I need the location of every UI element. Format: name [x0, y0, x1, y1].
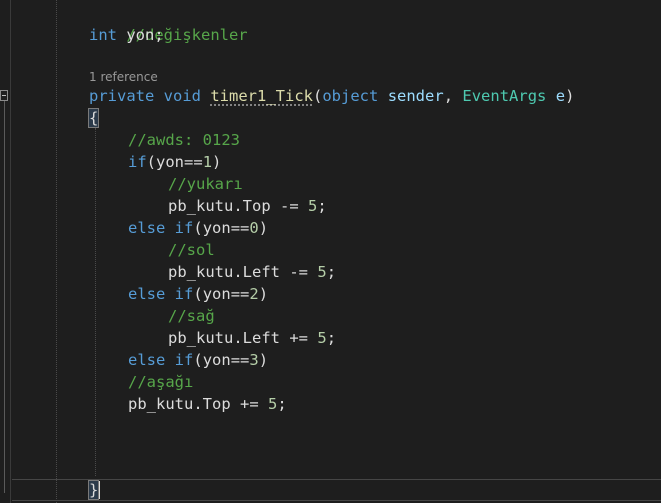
code-line[interactable]: //awds: 0123 [128, 129, 240, 151]
codelens-references[interactable]: 1 reference [89, 69, 158, 85]
code-line[interactable]: { [87, 107, 100, 129]
property-top: Top [242, 197, 271, 215]
property-left: Left [242, 329, 280, 347]
identifier-yon: yon [202, 219, 231, 237]
number-literal: 5 [317, 329, 327, 347]
code-line[interactable]: else if(yon==3) [128, 349, 268, 371]
keyword-if: if [128, 153, 147, 171]
identifier-yon: yon [202, 351, 231, 369]
comment: //sol [168, 241, 215, 259]
paren-close: ) [212, 153, 222, 171]
code-line[interactable]: int yon; [89, 24, 164, 46]
method-name[interactable]: timer1_Tick [210, 87, 313, 105]
property-left: Left [242, 263, 280, 281]
code-editor[interactable]: //değişkenler int yon; 1 reference priva… [0, 0, 661, 503]
code-line[interactable]: else if(yon==2) [128, 283, 268, 305]
param-e: e [555, 87, 566, 105]
code-line[interactable]: //aşağı [128, 371, 193, 393]
keyword-if: if [174, 285, 194, 303]
keyword-else: else [128, 285, 166, 303]
semicolon: ; [326, 263, 337, 281]
number-literal: 5 [308, 197, 318, 215]
comment: //awds: 0123 [128, 131, 240, 149]
code-line[interactable]: pb_kutu.Left -= 5; [168, 261, 336, 283]
code-line[interactable]: //yukarı [168, 173, 243, 195]
code-line[interactable]: //sağ [168, 305, 215, 327]
property-top: Top [202, 395, 231, 413]
comment: //aşağı [128, 373, 194, 391]
comment: //yukarı [168, 175, 243, 193]
paren-close: ) [258, 219, 269, 237]
operator: == [230, 351, 250, 369]
paren-open: ( [193, 285, 203, 303]
dot: . [233, 197, 243, 215]
paren-close: ) [258, 285, 269, 303]
operator: == [230, 285, 250, 303]
paren-close: ) [565, 87, 575, 105]
open-brace: { [87, 108, 100, 128]
operator: == [230, 219, 250, 237]
code-line[interactable]: else if(yon==0) [128, 217, 268, 239]
identifier-yon: yon [156, 153, 185, 171]
code-line[interactable]: pb_kutu.Top += 5; [128, 393, 287, 415]
close-brace: } [87, 480, 100, 500]
code-line[interactable]: if(yon==1) [128, 151, 221, 173]
number-literal: 2 [249, 285, 259, 303]
number-literal: 5 [317, 263, 327, 281]
code-line[interactable]: pb_kutu.Left += 5; [168, 327, 336, 349]
type-eventargs: EventArgs [462, 87, 547, 105]
semicolon: ; [317, 197, 327, 215]
identifier-pb-kutu: pb_kutu [168, 329, 234, 347]
semicolon: ; [326, 329, 337, 347]
code-line-current[interactable]: } [87, 479, 100, 501]
keyword-if: if [174, 351, 194, 369]
keyword-int: int [89, 26, 117, 44]
keyword-if: if [174, 219, 194, 237]
identifier-pb-kutu: pb_kutu [168, 197, 234, 215]
number-literal: 0 [249, 219, 259, 237]
fold-region-line [4, 101, 5, 493]
operator: += [240, 395, 259, 413]
text-caret [98, 481, 100, 499]
collapse-toggle-icon[interactable] [0, 90, 8, 101]
semicolon: ; [154, 26, 164, 44]
operator: -= [280, 197, 299, 215]
gutter-separator [10, 0, 11, 503]
operator: -= [289, 263, 309, 281]
identifier-yon: yon [126, 26, 155, 44]
paren-open: ( [193, 351, 203, 369]
comma: , [443, 87, 454, 105]
dot: . [193, 395, 203, 413]
identifier-pb-kutu: pb_kutu [128, 395, 194, 413]
keyword-void: void [163, 87, 201, 105]
dot: . [233, 329, 243, 347]
keyword-else: else [128, 219, 166, 237]
identifier-yon: yon [202, 285, 231, 303]
dot: . [233, 263, 243, 281]
code-line[interactable]: //sol [168, 239, 215, 261]
operator: += [289, 329, 309, 347]
code-line[interactable]: pb_kutu.Top -= 5; [168, 195, 327, 217]
code-line-method-signature[interactable]: private void timer1_Tick(object sender, … [89, 85, 574, 107]
semicolon: ; [277, 395, 287, 413]
keyword-object: object [322, 87, 379, 105]
identifier-pb-kutu: pb_kutu [168, 263, 234, 281]
number-literal: 5 [268, 395, 278, 413]
paren-close: ) [258, 351, 269, 369]
keyword-else: else [128, 351, 166, 369]
code-line[interactable]: //değişkenler [89, 2, 247, 44]
indent-guide [56, 0, 57, 503]
current-line-highlight [12, 479, 661, 501]
paren-open: ( [193, 219, 203, 237]
number-literal: 3 [249, 351, 259, 369]
paren-open: ( [313, 87, 323, 105]
keyword-private: private [89, 87, 155, 105]
operator: == [184, 153, 203, 171]
paren-open: ( [146, 153, 157, 171]
number-literal: 1 [202, 153, 213, 171]
indent-guide [95, 128, 96, 476]
param-sender: sender [387, 87, 444, 105]
comment: //sağ [168, 307, 215, 325]
